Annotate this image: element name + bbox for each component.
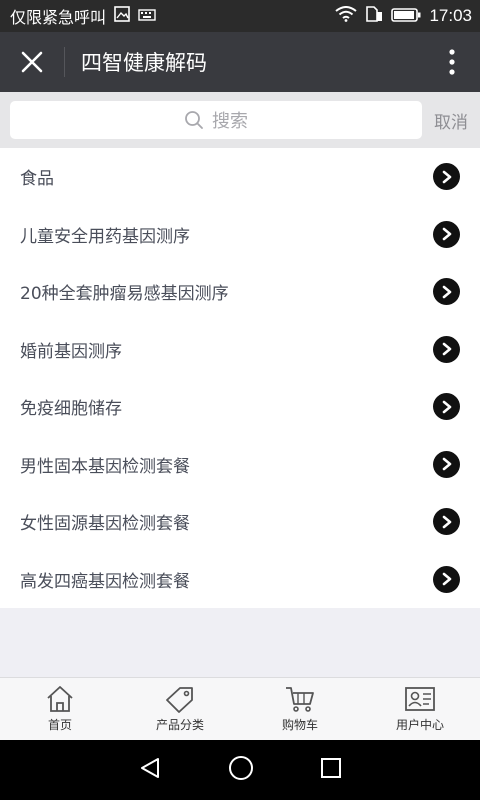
tab-label: 首页 xyxy=(47,718,72,732)
chevron-right-icon xyxy=(433,450,460,478)
tab-label: 产品分类 xyxy=(155,718,204,732)
keyboard-icon xyxy=(138,7,156,26)
cancel-button[interactable]: 取消 xyxy=(422,108,480,133)
chevron-right-icon xyxy=(433,565,460,593)
search-bar: 搜索 取消 xyxy=(0,92,480,148)
list-item[interactable]: 20种全套肿瘤易感基因测序 xyxy=(0,263,480,321)
chevron-right-icon xyxy=(433,220,460,248)
recents-square-icon xyxy=(321,758,341,778)
status-left: 仅限紧急呼叫 xyxy=(10,4,156,28)
wifi-icon xyxy=(335,6,358,26)
tab-label: 购物车 xyxy=(281,718,318,732)
home-icon xyxy=(47,686,73,712)
list-item-label: 儿童安全用药基因测序 xyxy=(20,226,190,247)
list-item-label: 高发四癌基因检测套餐 xyxy=(20,571,190,592)
list-item[interactable]: 食品 xyxy=(0,148,480,206)
status-time: 17:03 xyxy=(429,6,472,25)
cart-icon xyxy=(286,687,314,712)
search-input[interactable]: 搜索 xyxy=(10,101,422,139)
status-right: 17:03 xyxy=(335,6,472,26)
list-item-label: 婚前基因测序 xyxy=(20,341,122,362)
tab-home[interactable]: 首页 xyxy=(0,678,120,740)
system-nav-bar xyxy=(0,740,480,800)
more-menu-button[interactable] xyxy=(424,32,480,92)
tab-cart[interactable]: 购物车 xyxy=(240,678,360,740)
close-button[interactable] xyxy=(0,32,64,92)
page-title: 四智健康解码 xyxy=(81,51,207,75)
tab-categories[interactable]: 产品分类 xyxy=(120,678,240,740)
battery-icon xyxy=(391,7,421,26)
carrier-text: 仅限紧急呼叫 xyxy=(10,8,107,27)
list-item[interactable]: 婚前基因测序 xyxy=(0,321,480,379)
more-vertical-icon xyxy=(449,49,455,75)
back-triangle-icon xyxy=(141,758,159,778)
tag-icon xyxy=(166,687,193,713)
list-item[interactable]: 高发四癌基因检测套餐 xyxy=(0,551,480,609)
category-list: 食品 儿童安全用药基因测序 20种全套肿瘤易感基因测序 婚前基因测序 免疫细胞储… xyxy=(0,148,480,608)
list-item[interactable]: 男性固本基因检测套餐 xyxy=(0,436,480,494)
list-item-label: 免疫细胞储存 xyxy=(20,399,122,420)
chevron-right-icon xyxy=(433,278,460,306)
tab-label: 用户中心 xyxy=(395,718,444,732)
home-circle-icon xyxy=(229,756,253,780)
search-placeholder: 搜索 xyxy=(212,111,248,132)
user-card-icon xyxy=(405,687,435,711)
bottom-tab-bar: 首页 产品分类 购物车 用户中心 xyxy=(0,677,480,740)
image-notification-icon xyxy=(114,6,130,26)
tab-user-center[interactable]: 用户中心 xyxy=(360,678,480,740)
status-bar: 仅限紧急呼叫 17:03 xyxy=(0,0,480,32)
close-icon xyxy=(21,51,43,73)
home-nav-button[interactable] xyxy=(228,755,254,785)
chevron-right-icon xyxy=(433,393,460,421)
list-item-label: 女性固源基因检测套餐 xyxy=(20,514,190,535)
list-item-label: 食品 xyxy=(20,169,54,190)
back-button[interactable] xyxy=(138,756,162,784)
title-bar: 四智健康解码 xyxy=(0,32,480,92)
title-divider xyxy=(64,47,65,77)
chevron-right-icon xyxy=(433,335,460,363)
list-item-label: 20种全套肿瘤易感基因测序 xyxy=(20,284,229,305)
search-icon xyxy=(185,111,203,129)
sim-card-icon xyxy=(365,6,383,26)
list-item-label: 男性固本基因检测套餐 xyxy=(20,456,190,477)
recents-button[interactable] xyxy=(320,757,342,783)
chevron-right-icon xyxy=(433,508,460,536)
list-item[interactable]: 女性固源基因检测套餐 xyxy=(0,493,480,551)
list-item[interactable]: 儿童安全用药基因测序 xyxy=(0,206,480,264)
list-item[interactable]: 免疫细胞储存 xyxy=(0,378,480,436)
chevron-right-icon xyxy=(433,163,460,191)
